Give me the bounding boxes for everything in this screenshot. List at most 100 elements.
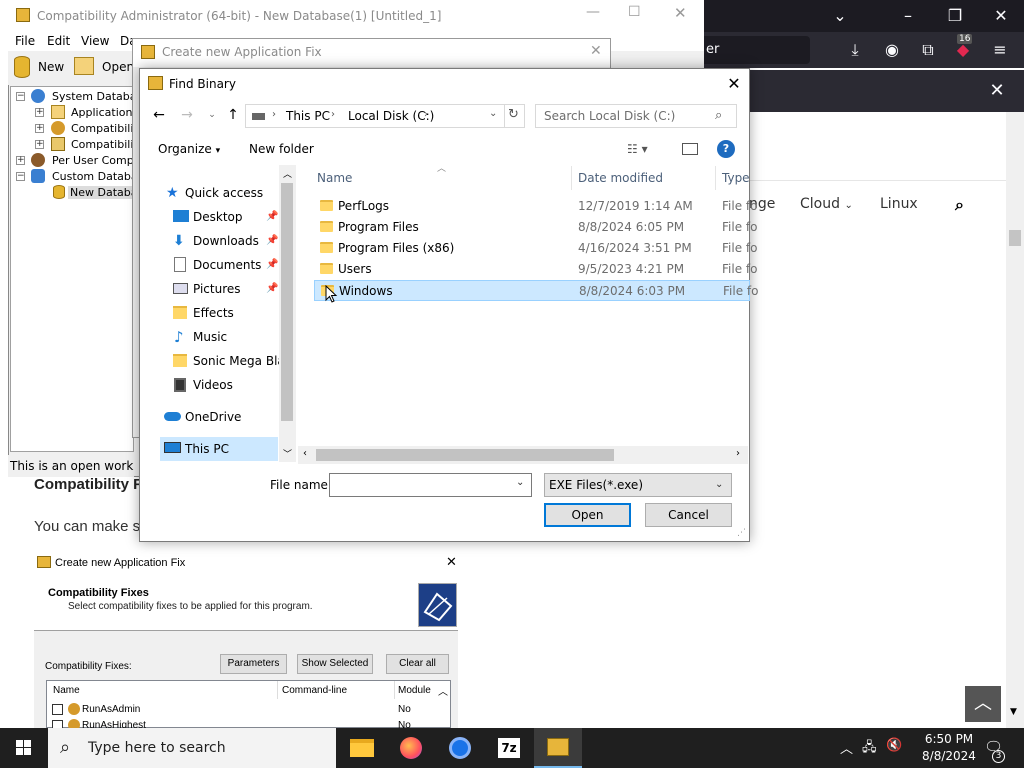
downloads-icon[interactable]: ⤓	[843, 38, 867, 62]
network-icon[interactable]: 🖧	[862, 738, 877, 760]
nav-documents[interactable]: Documents	[193, 258, 261, 272]
back-to-top-button[interactable]: ︿	[965, 686, 1001, 722]
tree-applications[interactable]: Applications	[71, 106, 138, 119]
clock-time[interactable]: 6:50 PM	[919, 732, 979, 746]
scroll-right-icon[interactable]: ›	[736, 448, 740, 459]
close-icon[interactable]: ✕	[985, 79, 1009, 103]
minimize-icon[interactable]: —	[586, 4, 600, 20]
file-date: 8/8/2024 6:03 PM	[579, 284, 686, 298]
resize-grip-icon[interactable]: ⋰	[737, 528, 746, 538]
extensions-icon[interactable]: ⧉	[916, 38, 940, 62]
help-icon[interactable]: ?	[717, 140, 735, 158]
scroll-left-icon[interactable]: ‹	[303, 448, 307, 459]
column-date-modified[interactable]: Date modified	[578, 171, 663, 185]
compat-mode-icon	[51, 137, 65, 151]
view-options-icon[interactable]: ☷ ▾	[627, 142, 648, 156]
file-row[interactable]: PerfLogs 12/7/2019 1:14 AM File fo	[314, 196, 757, 217]
page-scrollbar[interactable]: ▼	[1006, 112, 1024, 728]
refresh-icon[interactable]: ↻	[508, 107, 519, 122]
firefox-app[interactable]	[387, 728, 435, 768]
scroll-up-icon[interactable]: ︿	[283, 167, 292, 180]
up-arrow-icon[interactable]: ↑	[224, 106, 242, 124]
collapse-icon[interactable]: −	[16, 92, 25, 101]
compat-admin-app[interactable]	[534, 728, 582, 768]
file-row[interactable]: Program Files 8/8/2024 6:05 PM File fo	[314, 217, 757, 238]
tab-list-chevron-icon[interactable]: ⌄	[828, 4, 852, 28]
nav-music[interactable]: Music	[193, 330, 227, 344]
close-icon[interactable]: ✕	[989, 4, 1013, 28]
nav-scrollbar[interactable]: ︿ ﹀	[279, 165, 296, 462]
file-type: File fo	[722, 199, 758, 213]
expand-icon[interactable]: +	[35, 108, 44, 117]
file-name: PerfLogs	[338, 199, 390, 213]
close-icon[interactable]: ✕	[590, 43, 602, 59]
file-name-input[interactable]: ⌄	[329, 473, 532, 497]
expand-icon[interactable]: +	[35, 124, 44, 133]
nav-effects[interactable]: Effects	[193, 306, 234, 320]
open-folder-icon	[74, 57, 94, 75]
cancel-button[interactable]: Cancel	[645, 503, 732, 527]
forward-arrow-icon[interactable]: →	[178, 106, 196, 124]
menu-icon[interactable]: ≡	[988, 38, 1012, 62]
search-icon[interactable]: ⌕	[955, 195, 964, 215]
breadcrumb-this-pc[interactable]: This PC	[286, 109, 330, 123]
breadcrumb-local-disk[interactable]: Local Disk (C:)	[348, 109, 434, 123]
expand-icon[interactable]: +	[16, 156, 25, 165]
menu-view[interactable]: View	[81, 34, 109, 48]
account-icon[interactable]: ◉	[880, 38, 904, 62]
search-input[interactable]: Search Local Disk (C:)	[535, 104, 737, 128]
open-button[interactable]: Open	[102, 60, 134, 74]
file-list-scrollbar[interactable]: ‹ ›	[298, 446, 748, 464]
tree-per-user[interactable]: Per User Compat	[52, 154, 145, 167]
scroll-down-icon[interactable]: ﹀	[283, 447, 292, 460]
start-button[interactable]	[0, 728, 48, 768]
7zip-app[interactable]: 7z	[485, 728, 533, 768]
nav-videos[interactable]: Videos	[193, 378, 233, 392]
menu-file[interactable]: File	[15, 34, 35, 48]
new-folder-button[interactable]: New folder	[249, 142, 314, 156]
volume-muted-icon[interactable]: 🔇	[886, 738, 902, 753]
show-hidden-icons-icon[interactable]: ︿	[840, 738, 853, 757]
browser-titlebar: ⌄ – ❐ ✕	[700, 0, 1024, 32]
nav-this-pc[interactable]: This PC	[185, 442, 229, 456]
clock-date[interactable]: 8/8/2024	[914, 749, 984, 763]
file-explorer-app[interactable]	[338, 728, 386, 768]
nav-onedrive[interactable]: OneDrive	[185, 410, 241, 424]
fix-module: No	[398, 704, 411, 715]
tree-custom-databases[interactable]: Custom Databas	[52, 170, 143, 183]
close-icon[interactable]: ✕	[722, 72, 746, 96]
nav-downloads[interactable]: Downloads	[193, 234, 259, 248]
back-arrow-icon[interactable]: ←	[150, 106, 168, 124]
nav-sonic-mega[interactable]: Sonic Mega Blas	[193, 354, 291, 368]
preview-pane-icon[interactable]	[682, 143, 698, 155]
expand-icon[interactable]: +	[35, 140, 44, 149]
url-bar[interactable]: er	[700, 36, 810, 64]
chrome-app[interactable]	[436, 728, 484, 768]
new-button[interactable]: New	[38, 60, 64, 74]
file-type-select[interactable]: EXE Files(*.exe) ⌄	[544, 473, 732, 497]
file-row[interactable]: Users 9/5/2023 4:21 PM File fo	[314, 259, 757, 280]
organize-button[interactable]: Organize ▾	[158, 142, 220, 156]
nav-desktop[interactable]: Desktop	[193, 210, 243, 224]
menu-edit[interactable]: Edit	[47, 34, 70, 48]
recent-dropdown-icon[interactable]: ⌄	[203, 106, 221, 124]
nav-quick-access[interactable]: Quick access	[185, 186, 263, 200]
pin-icon: 📌	[266, 211, 279, 222]
scroll-down-icon[interactable]: ▼	[1010, 707, 1017, 717]
nav-pictures[interactable]: Pictures	[193, 282, 241, 296]
search-icon: ⌕	[60, 737, 71, 758]
minimize-icon[interactable]: –	[896, 4, 920, 28]
open-button[interactable]: Open	[544, 503, 631, 527]
nav-link-cloud[interactable]: Cloud ⌄	[800, 196, 853, 212]
file-row-selected[interactable]: Windows 8/8/2024 6:03 PM File fo	[314, 280, 758, 301]
maximize-icon[interactable]: ☐	[628, 4, 641, 20]
collapse-icon[interactable]: −	[16, 172, 25, 181]
column-name[interactable]: Name	[317, 171, 352, 185]
column-type[interactable]: Type	[722, 171, 750, 185]
chevron-down-icon[interactable]: ⌄	[489, 108, 497, 119]
close-icon[interactable]: ✕	[674, 4, 687, 22]
nav-link-linux[interactable]: Linux	[880, 196, 918, 212]
chevron-down-icon[interactable]: ⌄	[516, 477, 524, 488]
file-row[interactable]: Program Files (x86) 4/16/2024 3:51 PM Fi…	[314, 238, 757, 259]
restore-icon[interactable]: ❐	[943, 4, 967, 28]
